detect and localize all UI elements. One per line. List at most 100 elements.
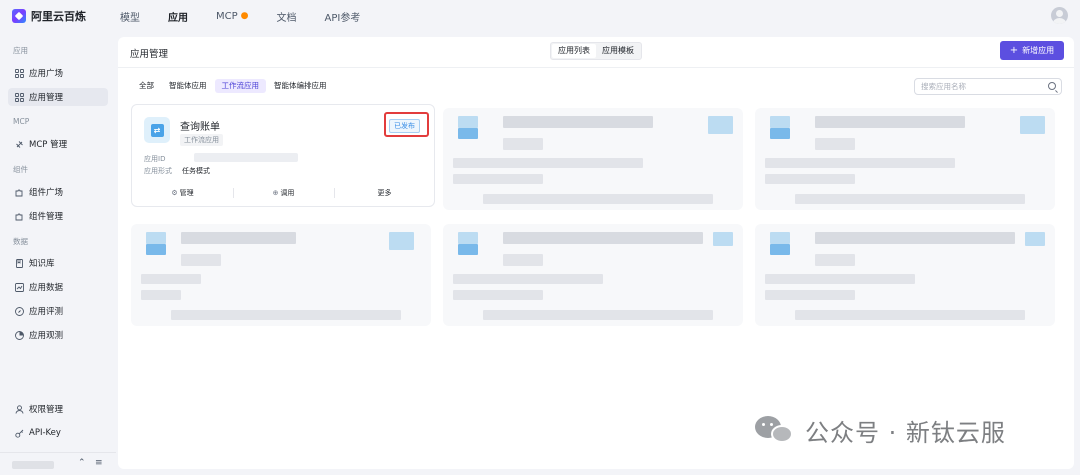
nav-item-models[interactable]: 模型 <box>120 9 140 24</box>
chevron-up-icon[interactable]: ⌃ <box>78 458 86 468</box>
app-mode-value: 任务模式 <box>182 167 210 175</box>
more-label: 更多 <box>377 189 392 197</box>
blurred-block <box>503 138 543 150</box>
plus-icon: + <box>1009 45 1019 56</box>
card-actions: ⚙ 管理 ⊕ 调用 更多 <box>132 185 436 201</box>
action-divider <box>334 188 335 198</box>
sidebar-item-permissions[interactable]: 权限管理 <box>8 400 108 418</box>
watermark-text: 公众号 · 新钛云服 <box>805 418 1006 447</box>
plug-icon <box>14 139 24 149</box>
invoke-icon: ⊕ <box>272 189 279 197</box>
search-input[interactable] <box>921 82 1046 91</box>
blurred-block <box>453 274 603 284</box>
add-app-button[interactable]: + 新增应用 <box>1000 41 1064 60</box>
blurred-block <box>146 232 166 244</box>
sidebar-section-components: 组件 <box>13 165 28 174</box>
tab-all[interactable]: 全部 <box>132 79 161 93</box>
tab-app-templates[interactable]: 应用模板 <box>596 44 640 58</box>
blurred-block <box>458 232 478 244</box>
blurred-app-card[interactable] <box>443 108 743 210</box>
chart-icon <box>14 282 24 292</box>
blurred-block <box>483 194 713 204</box>
app-id-row: 应用ID <box>144 154 165 164</box>
header-divider <box>118 67 1074 68</box>
sidebar-item-label: API-Key <box>29 428 61 438</box>
blurred-app-card[interactable] <box>755 108 1055 210</box>
nav-item-mcp[interactable]: MCP ● <box>216 11 249 22</box>
user-avatar[interactable] <box>1051 7 1068 24</box>
nav-item-apps[interactable]: 应用 <box>168 9 188 24</box>
sidebar-item-label: 应用管理 <box>29 93 64 103</box>
nav-item-docs[interactable]: 文档 <box>277 9 297 24</box>
blurred-app-card[interactable] <box>443 224 743 326</box>
highlight-box <box>384 112 429 137</box>
sidebar-section-data: 数据 <box>13 237 28 246</box>
blurred-block <box>453 158 643 168</box>
sidebar-item-label: 权限管理 <box>29 405 64 415</box>
wechat-icon <box>755 416 795 444</box>
top-nav: 模型 应用 MCP ● 文档 API参考 <box>120 9 388 24</box>
sidebar-item-knowledge-base[interactable]: 知识库 <box>8 254 108 272</box>
manage-button[interactable]: ⚙ 管理 <box>132 185 233 201</box>
tab-app-list[interactable]: 应用列表 <box>552 44 596 58</box>
tab-workflow-apps[interactable]: 工作流应用 <box>214 79 266 93</box>
sidebar-item-app-data[interactable]: 应用数据 <box>8 278 108 296</box>
brand-name: 阿里云百炼 <box>31 10 86 23</box>
blurred-block <box>141 274 201 284</box>
pie-icon <box>14 330 24 340</box>
blurred-block <box>770 128 790 139</box>
user-icon <box>14 404 24 414</box>
nav-item-api-reference[interactable]: API参考 <box>325 9 361 24</box>
blurred-block <box>815 138 855 150</box>
brand-logo-icon <box>12 9 26 23</box>
sidebar-item-label: 知识库 <box>29 259 55 269</box>
tab-agent-orchestration-apps[interactable]: 智能体编排应用 <box>267 79 334 93</box>
compass-icon <box>14 306 24 316</box>
sidebar-section-apps: 应用 <box>13 46 28 55</box>
gear-icon: ⚙ <box>171 189 178 197</box>
sidebar-item-app-square[interactable]: 应用广场 <box>8 64 108 82</box>
menu-icon[interactable]: ≡ <box>95 458 103 468</box>
sidebar-item-label: 应用观测 <box>29 331 64 341</box>
app-card[interactable]: ⇄ 查询账单 工作流应用 已发布 应用ID 应用形式 任务模式 ⚙ 管理 ⊕ 调用 更… <box>131 104 435 207</box>
add-app-button-label: 新增应用 <box>1022 46 1055 55</box>
sidebar-item-mcp-management[interactable]: MCP 管理 <box>8 135 108 153</box>
blurred-block <box>458 128 478 139</box>
search-box <box>914 78 1062 95</box>
sidebar-item-app-management[interactable]: 应用管理 <box>8 88 108 106</box>
blurred-block <box>453 174 543 184</box>
blurred-block <box>815 254 855 266</box>
app-name[interactable]: 查询账单 <box>180 118 220 133</box>
invoke-button[interactable]: ⊕ 调用 <box>233 185 334 201</box>
sidebar-item-label: MCP 管理 <box>29 140 68 150</box>
page-title: 应用管理 <box>130 49 169 60</box>
blurred-block <box>453 290 543 300</box>
blurred-block <box>483 310 713 320</box>
blurred-block <box>389 232 414 250</box>
app-id-value-blurred <box>194 153 298 162</box>
grid-icon <box>14 92 24 102</box>
blurred-block <box>795 310 1025 320</box>
tab-agent-apps[interactable]: 智能体应用 <box>162 79 214 93</box>
blurred-block <box>713 232 733 246</box>
sidebar-item-app-evaluation[interactable]: 应用评测 <box>8 302 108 320</box>
blurred-block <box>815 116 965 128</box>
sidebar-item-app-observation[interactable]: 应用观测 <box>8 326 108 344</box>
blurred-block <box>458 244 478 255</box>
blurred-app-card[interactable] <box>755 224 1055 326</box>
sidebar-item-component-square[interactable]: 组件广场 <box>8 183 108 201</box>
app-icon-glyph: ⇄ <box>150 123 164 137</box>
search-icon[interactable] <box>1048 82 1056 90</box>
blurred-block <box>181 232 296 244</box>
brand-logo[interactable]: 阿里云百炼 <box>12 8 120 24</box>
sidebar-item-api-key[interactable]: API-Key <box>8 424 108 442</box>
blurred-block <box>1025 232 1045 246</box>
invoke-label: 调用 <box>280 189 295 197</box>
blurred-app-card[interactable] <box>131 224 431 326</box>
sidebar-section-mcp: MCP <box>13 117 30 126</box>
blurred-block <box>765 174 855 184</box>
more-button[interactable]: 更多 <box>334 185 435 201</box>
sidebar-item-component-management[interactable]: 组件管理 <box>8 207 108 225</box>
blurred-block <box>765 290 855 300</box>
app-id-label: 应用ID <box>144 155 166 163</box>
